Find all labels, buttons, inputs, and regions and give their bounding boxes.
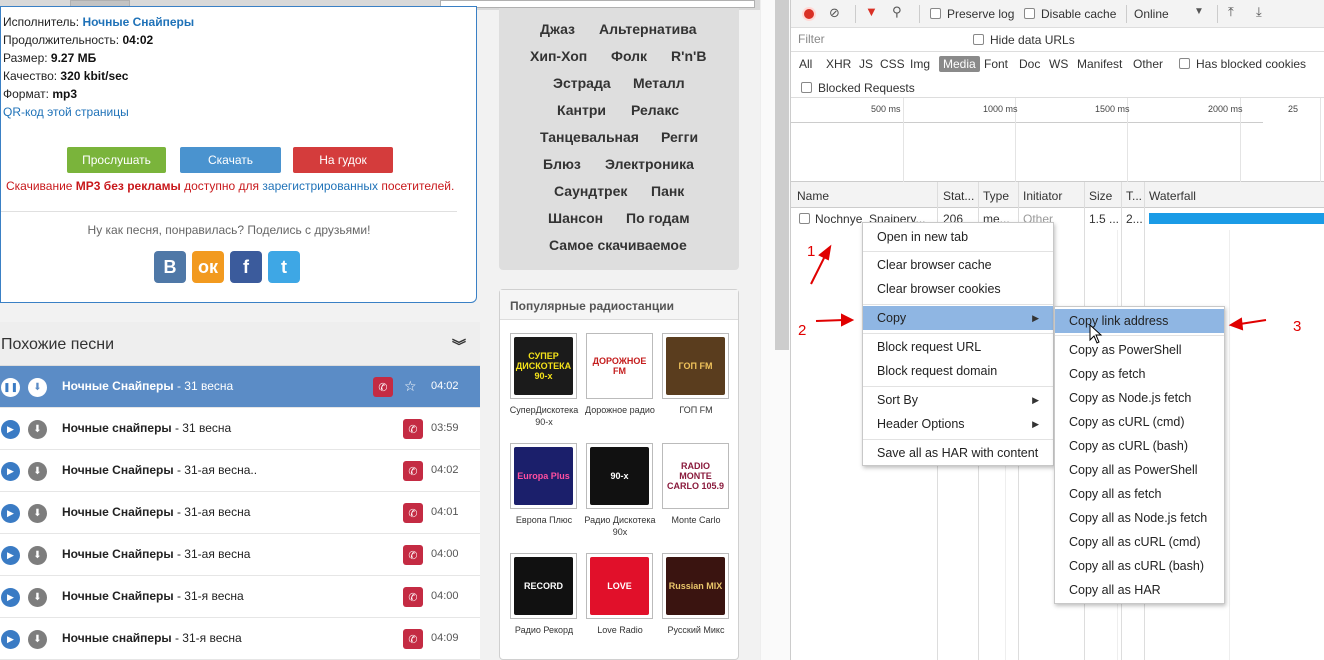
arrow-1-head-icon [818,244,832,261]
arrow-3-head-icon [1228,317,1244,331]
arrow-2-head-icon [841,313,855,327]
mouse-cursor-icon [1089,324,1103,344]
annotation-arrows [810,244,1267,331]
arrow-3-icon [1239,319,1267,325]
arrow-2-icon [815,319,845,322]
arrow-1-icon [810,253,827,285]
